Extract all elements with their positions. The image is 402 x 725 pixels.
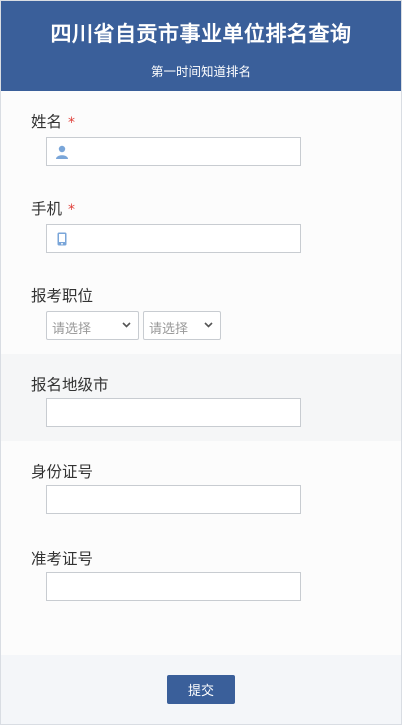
position-select-2[interactable]: 请选择	[143, 311, 221, 340]
phone-label-text: 手机	[31, 200, 63, 218]
phone-input[interactable]	[46, 224, 301, 253]
person-icon	[56, 145, 68, 159]
name-label-text: 姓名	[31, 113, 63, 131]
position-label: 报考职位	[31, 287, 94, 305]
required-mark: *	[68, 115, 76, 131]
form-footer: 提交	[1, 655, 401, 724]
position-select-2-value: 请选择	[149, 322, 189, 337]
city-input[interactable]	[46, 398, 301, 427]
submit-button[interactable]: 提交	[167, 675, 235, 704]
chevron-down-icon	[204, 322, 213, 328]
exam-number-field-group: 准考证号	[1, 528, 401, 615]
city-field-group: 报名地级市	[1, 354, 401, 441]
name-label: 姓名 *	[31, 110, 75, 132]
exam-number-input[interactable]	[46, 572, 301, 601]
position-field-group: 报考职位 请选择 请选择	[1, 265, 401, 354]
page-title: 四川省自贡市事业单位排名查询	[50, 22, 352, 46]
chevron-down-icon	[122, 322, 131, 328]
mobile-phone-icon	[57, 232, 67, 246]
form-frame: 四川省自贡市事业单位排名查询 第一时间知道排名 姓名 * 手机 * 报考职位 请…	[0, 0, 402, 725]
page-subtitle: 第一时间知道排名	[150, 64, 251, 79]
position-select-1-value: 请选择	[52, 322, 92, 337]
id-number-field-group: 身份证号	[1, 441, 401, 528]
name-input[interactable]	[46, 137, 301, 166]
phone-label: 手机 *	[31, 197, 75, 219]
required-mark: *	[68, 202, 76, 218]
id-number-label: 身份证号	[31, 463, 94, 481]
position-select-1[interactable]: 请选择	[46, 311, 139, 340]
exam-number-label: 准考证号	[31, 550, 94, 568]
header-banner: 四川省自贡市事业单位排名查询 第一时间知道排名	[1, 1, 401, 91]
name-field-group: 姓名 *	[1, 91, 401, 178]
city-label: 报名地级市	[31, 376, 109, 394]
phone-field-group: 手机 *	[1, 178, 401, 265]
id-number-input[interactable]	[46, 485, 301, 514]
